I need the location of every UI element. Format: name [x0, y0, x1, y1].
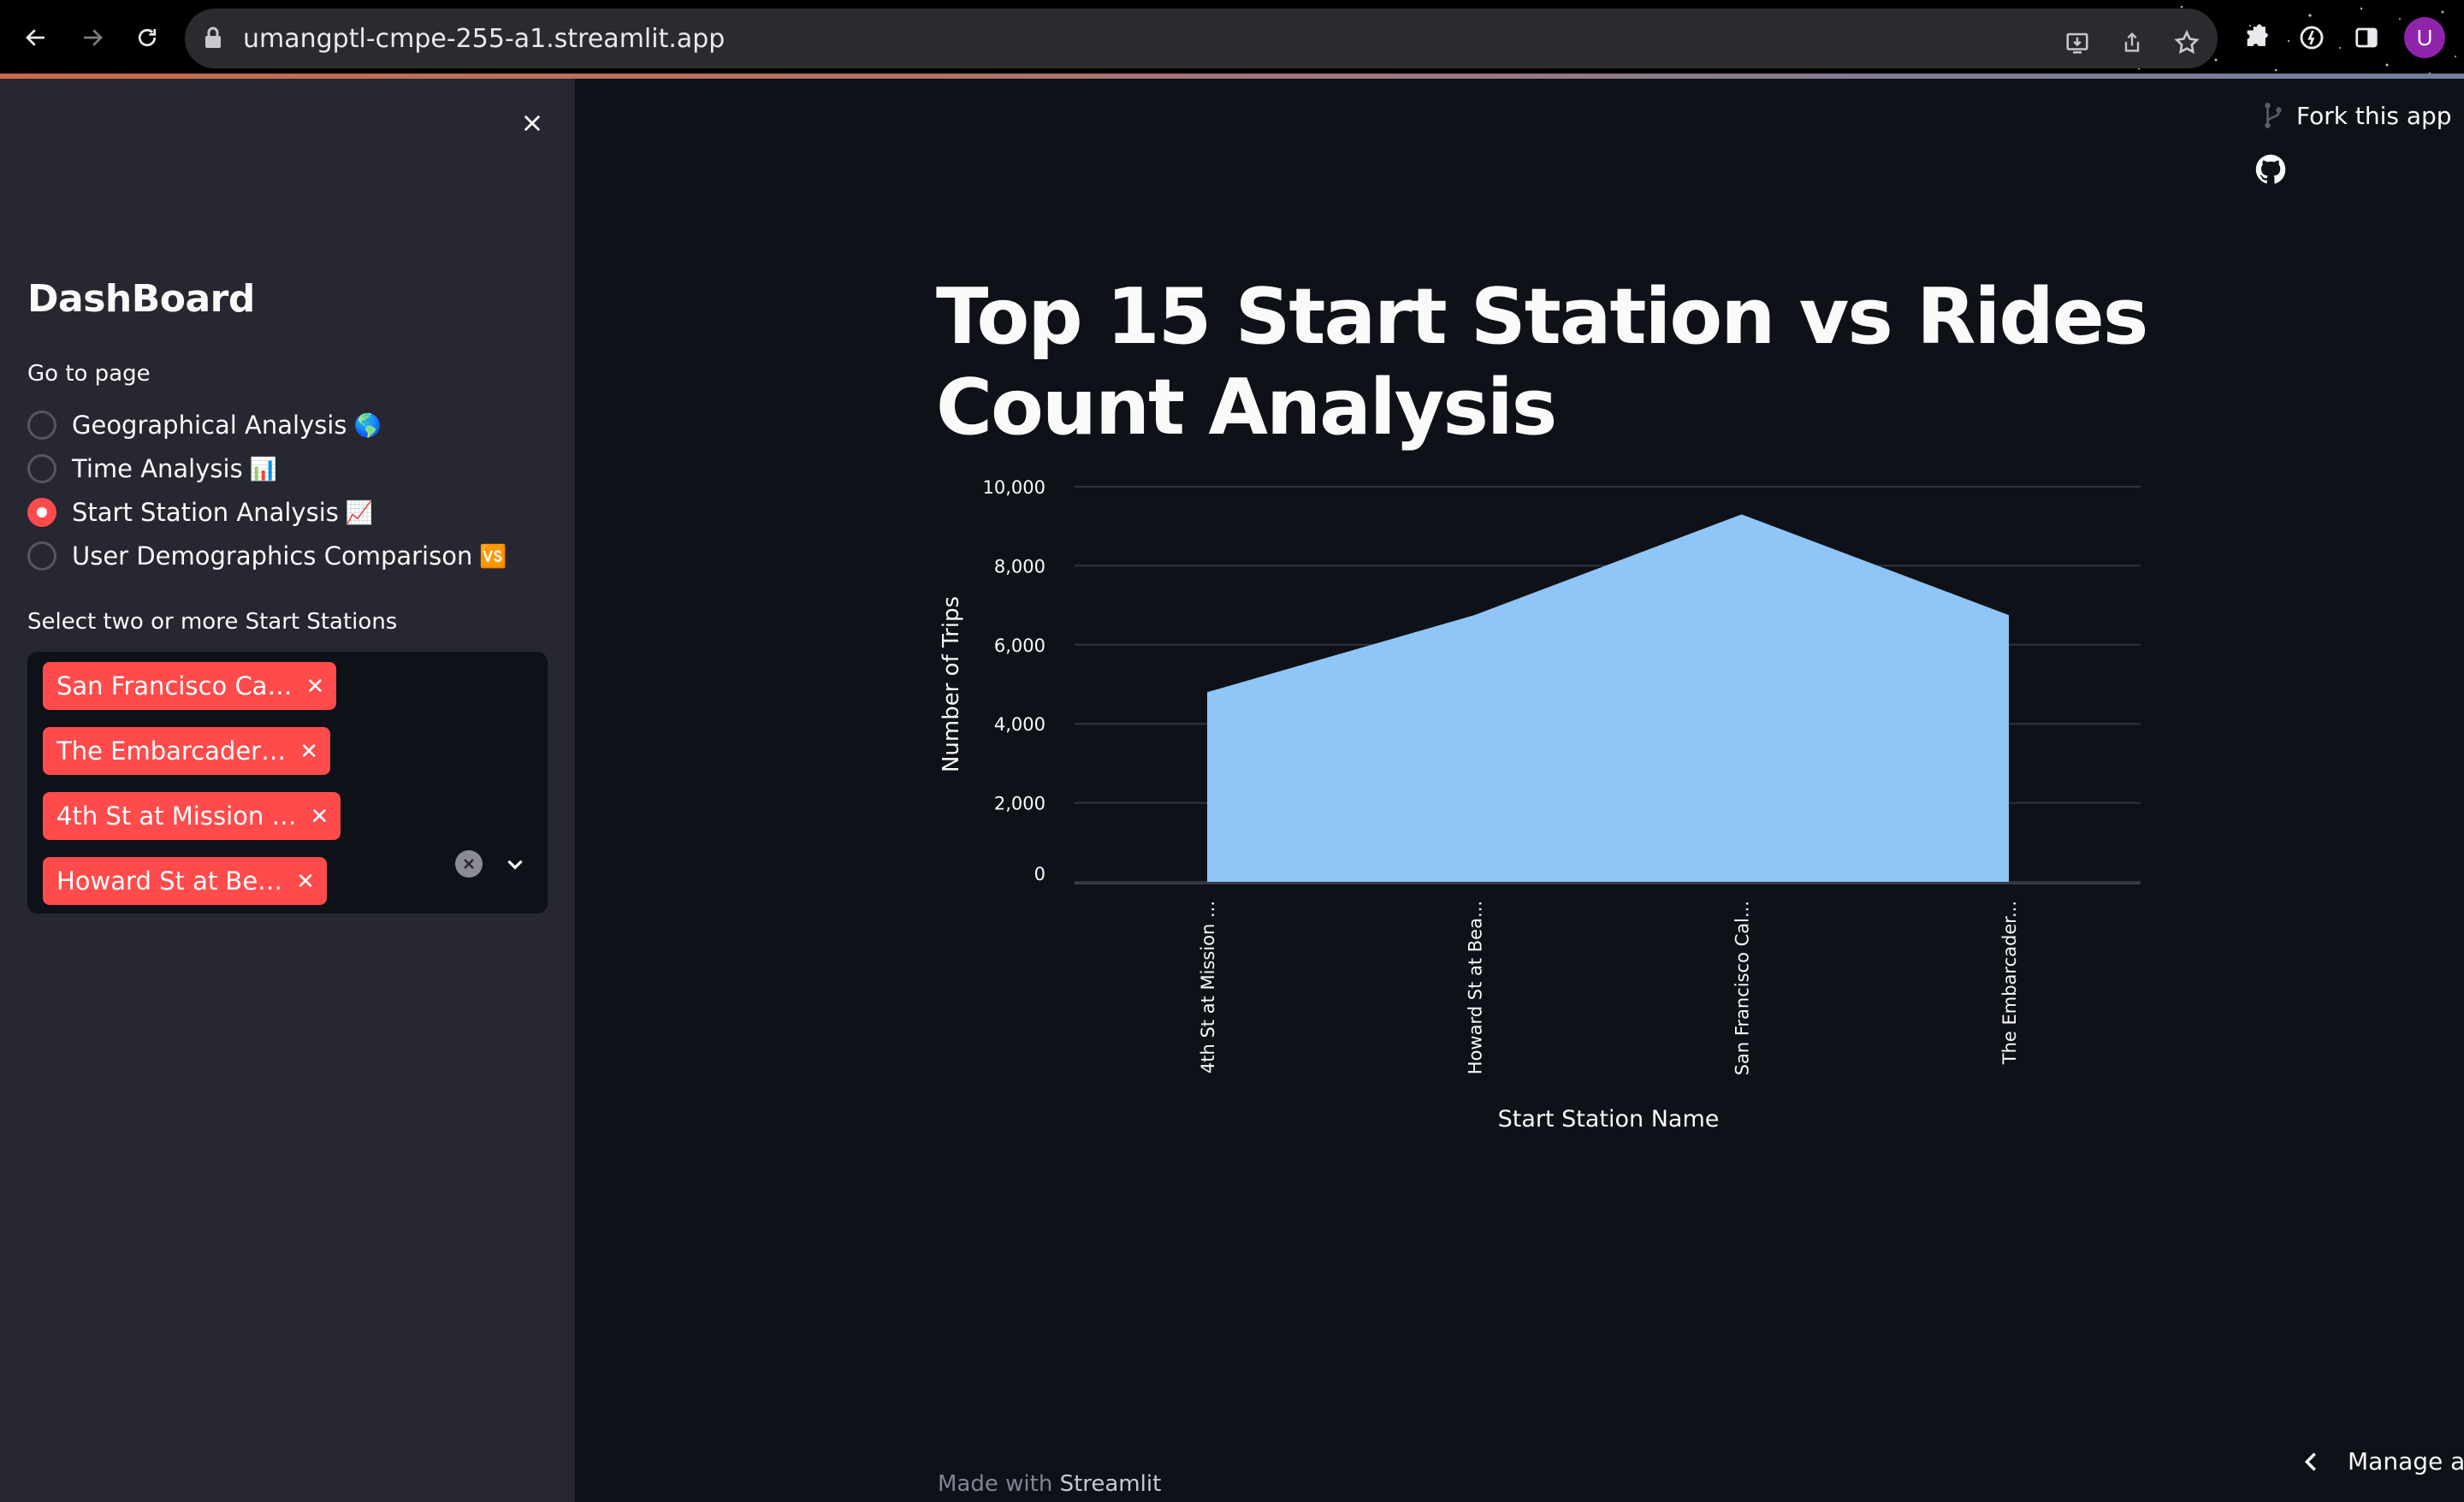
chevron-left-icon — [2304, 1452, 2316, 1471]
side-panel-button[interactable] — [2348, 19, 2385, 56]
clear-icon — [464, 859, 474, 869]
sidebar-title: DashBoard — [27, 277, 255, 321]
y-tick-label: 10,000 — [983, 477, 1045, 498]
dropdown-toggle[interactable] — [498, 847, 532, 881]
y-tick-label: 8,000 — [994, 556, 1045, 577]
station-tag[interactable]: 4th St at Mission … ✕ — [43, 792, 341, 840]
share-button[interactable] — [2115, 26, 2149, 60]
puzzle-icon — [2247, 24, 2268, 46]
y-tick-label: 0 — [1034, 864, 1045, 884]
chevron-down-icon — [507, 860, 523, 870]
radio-button[interactable] — [27, 541, 56, 571]
page-title: Top 15 Start Station vs Rides Count Anal… — [936, 272, 2148, 452]
start-station-multiselect[interactable]: San Francisco Ca… ✕ The Embarcader… ✕ 4t… — [27, 652, 548, 914]
y-axis-ticks: 0 2,000 4,000 6,000 8,000 10,000 — [983, 477, 1045, 884]
remove-tag-icon[interactable]: ✕ — [310, 803, 329, 830]
station-tag-label: The Embarcader… — [56, 736, 287, 766]
profile-avatar[interactable]: U — [2404, 17, 2445, 58]
x-axis-title: Start Station Name — [1498, 1106, 1720, 1132]
vs-icon: 🆚 — [479, 542, 507, 569]
url-text: umangptl-cmpe-255-a1.streamlit.app — [243, 24, 726, 54]
radio-option-user-demographics-comparison[interactable]: User Demographics Comparison 🆚 — [27, 537, 507, 575]
x-tick-label: San Francisco Cal... — [1732, 901, 1753, 1075]
remove-tag-icon[interactable]: ✕ — [296, 868, 315, 895]
manage-app-button[interactable]: Manage app — [2301, 1447, 2464, 1475]
y-tick-label: 4,000 — [994, 714, 1045, 735]
area-chart: 0 2,000 4,000 6,000 8,000 10,000 4th St at Mi… — [939, 477, 2141, 1132]
lock-icon — [205, 27, 221, 48]
station-tag-label: Howard St at Be… — [56, 866, 283, 896]
browser-toolbar: umangptl-cmpe-255-a1.streamlit.app U — [0, 0, 2464, 79]
streamlit-link[interactable]: Streamlit — [1060, 1471, 1162, 1497]
star-icon — [2174, 29, 2200, 54]
close-icon — [524, 115, 541, 132]
radio-button[interactable] — [27, 454, 56, 483]
fork-icon — [2265, 103, 2282, 128]
remove-tag-icon[interactable]: ✕ — [305, 673, 324, 700]
github-icon[interactable] — [2255, 154, 2286, 185]
x-tick-label: The Embarcader... — [1999, 901, 2020, 1065]
bar-chart-icon: 📊 — [249, 455, 278, 482]
station-tag[interactable]: The Embarcader… ✕ — [43, 727, 330, 775]
radio-button-selected[interactable] — [27, 498, 56, 527]
side-panel-icon — [2355, 27, 2378, 48]
radio-option-start-station-analysis[interactable]: Start Station Analysis 📈 — [27, 494, 373, 531]
radio-option-geographical-analysis[interactable]: Geographical Analysis 🌎 — [27, 406, 382, 444]
remove-tag-icon[interactable]: ✕ — [299, 738, 318, 765]
radio-label: Geographical Analysis — [72, 411, 347, 440]
share-icon — [2124, 32, 2140, 52]
radio-option-time-analysis[interactable]: Time Analysis 📊 — [27, 450, 277, 488]
manage-app-label: Manage app — [2348, 1447, 2464, 1475]
performance-button[interactable] — [2293, 19, 2331, 56]
station-tag-label: San Francisco Ca… — [56, 671, 293, 701]
arrow-right-icon — [84, 29, 103, 46]
forward-button[interactable] — [72, 17, 113, 58]
install-app-button[interactable] — [2060, 26, 2094, 60]
chart-area — [1207, 514, 2009, 882]
y-axis-title: Number of Trips — [939, 596, 964, 772]
clear-all-button[interactable] — [455, 850, 483, 878]
x-axis-ticks: 4th St at Mission ... Howard St at Bea...… — [1198, 901, 2020, 1075]
sidebar-close-button[interactable] — [515, 106, 549, 140]
multiselect-label: Select two or more Start Stations — [27, 609, 398, 635]
fork-app-link[interactable]: Fork this app — [2262, 101, 2452, 130]
x-tick-label: 4th St at Mission ... — [1198, 901, 1218, 1073]
back-button[interactable] — [15, 17, 56, 58]
globe-icon: 🌎 — [353, 411, 382, 438]
station-tag-label: 4th St at Mission … — [56, 801, 297, 831]
footer-prefix: Made with — [938, 1471, 1053, 1497]
arrow-left-icon — [26, 29, 44, 46]
radio-label: Time Analysis — [72, 454, 243, 483]
trending-up-icon: 📈 — [345, 499, 374, 525]
radio-label: Start Station Analysis — [72, 498, 339, 527]
install-icon — [2066, 33, 2088, 54]
y-tick-label: 6,000 — [994, 636, 1045, 656]
reload-icon — [138, 28, 157, 47]
footer: Made with Streamlit — [938, 1471, 1161, 1497]
extensions-button[interactable] — [2238, 19, 2276, 56]
y-tick-label: 2,000 — [994, 794, 1045, 814]
speed-icon — [2300, 26, 2324, 50]
radio-label: User Demographics Comparison — [72, 541, 473, 571]
reload-button[interactable] — [127, 17, 168, 58]
station-tag[interactable]: San Francisco Ca… ✕ — [43, 662, 337, 710]
bookmark-button[interactable] — [2170, 26, 2204, 60]
sidebar: DashBoard Go to page Geographical Analys… — [0, 79, 575, 1502]
page-nav-label: Go to page — [27, 361, 151, 387]
fork-app-label: Fork this app — [2296, 101, 2452, 130]
address-bar[interactable]: umangptl-cmpe-255-a1.streamlit.app — [185, 9, 2218, 68]
x-tick-label: Howard St at Bea... — [1465, 901, 1485, 1074]
station-tag[interactable]: Howard St at Be… ✕ — [43, 857, 327, 905]
radio-button[interactable] — [27, 411, 56, 440]
